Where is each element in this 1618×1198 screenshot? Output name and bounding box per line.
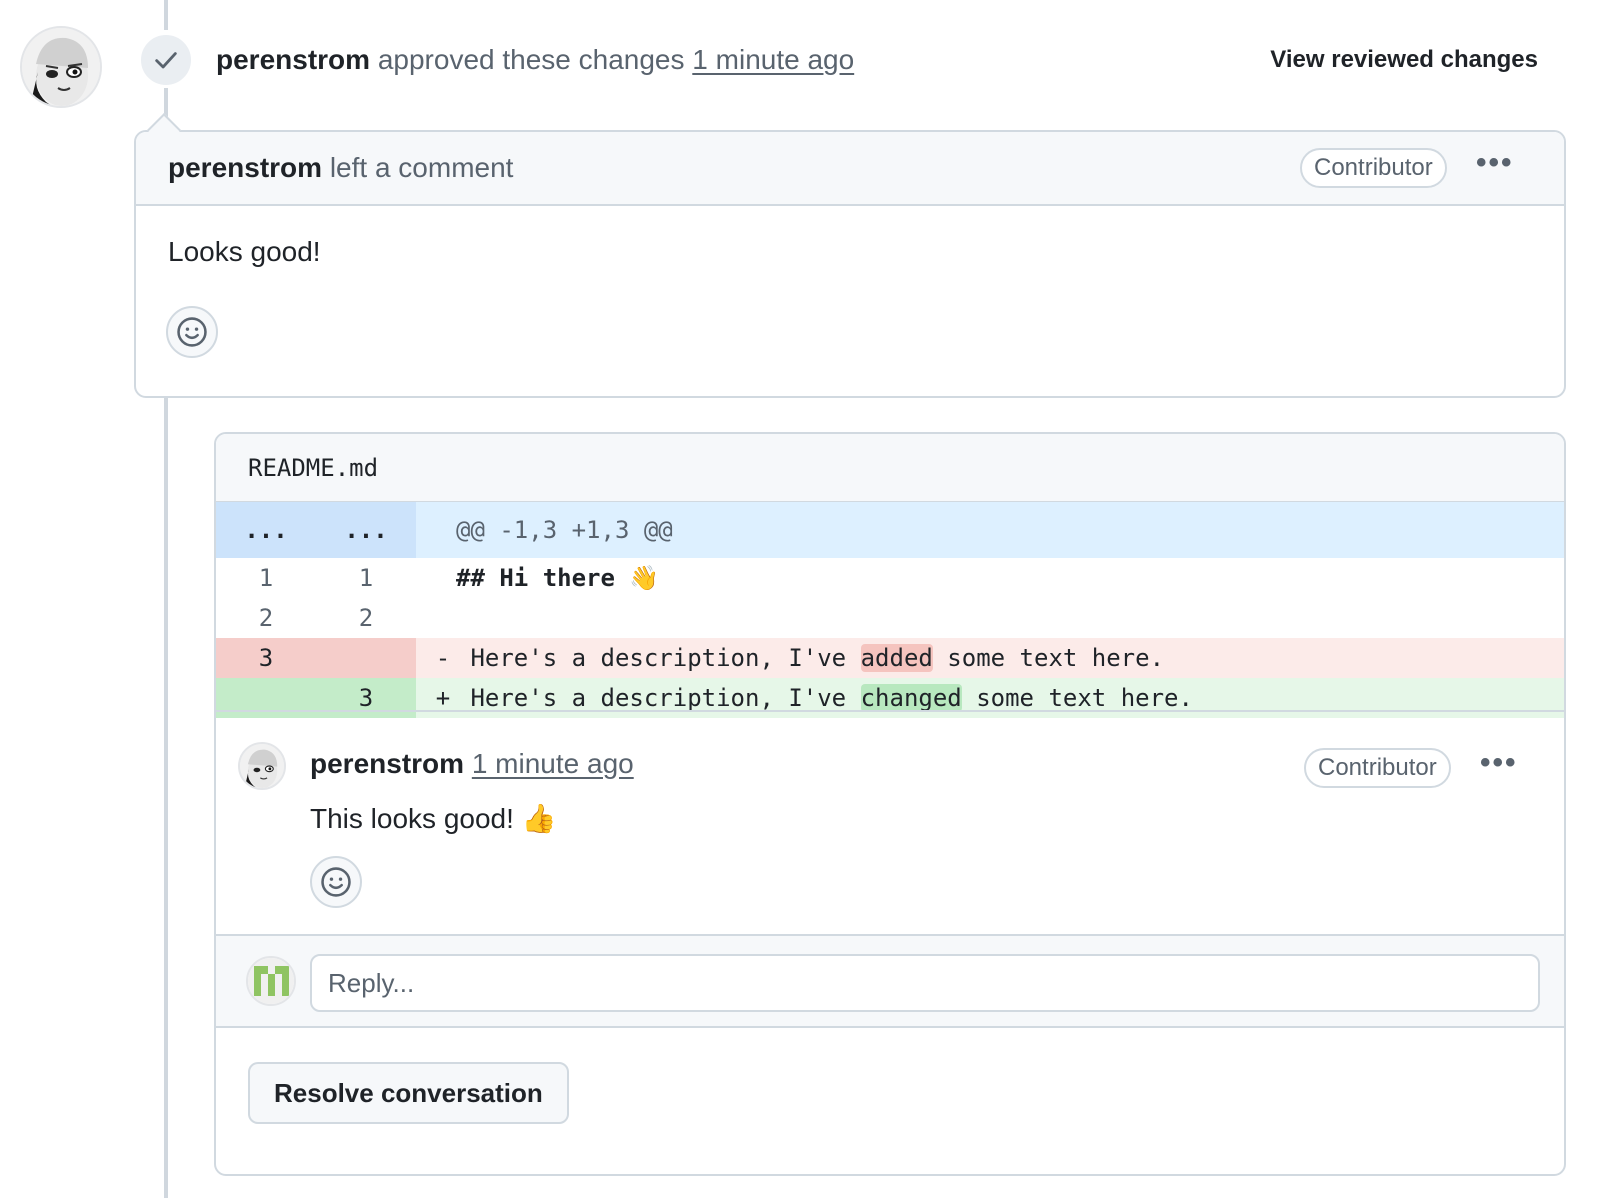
review-action-text: approved these changes (377, 44, 685, 75)
timeline-rail-top (164, 0, 168, 30)
thread-time-link[interactable]: 1 minute ago (472, 748, 634, 779)
diff-thread-divider (216, 710, 1564, 712)
new-line-number: 1 (358, 564, 374, 592)
file-name[interactable]: README.md (248, 454, 378, 482)
comment-author-link[interactable]: perenstrom (168, 152, 322, 183)
deletion-sign: - (435, 644, 451, 672)
reviewer-avatar[interactable] (20, 26, 102, 108)
current-user-avatar[interactable] (246, 956, 296, 1006)
diff-line-code (416, 598, 1564, 638)
comment-header: perenstrom left a comment Contributor ••… (136, 132, 1564, 206)
code-text-before: Here's a description, I've (470, 644, 861, 672)
diff-line-code: - Here's a description, I've added some … (416, 638, 1564, 678)
thread-comment-avatar[interactable] (238, 742, 286, 790)
smiley-icon (321, 867, 351, 897)
diff-line-addition: 3 + Here's a description, I've changed s… (216, 678, 1564, 718)
comment-action-text: left a comment (329, 152, 514, 183)
thread-comment-body: This looks good! 👍 (310, 803, 557, 834)
add-reaction-button[interactable] (310, 856, 362, 908)
add-reaction-button[interactable] (166, 306, 218, 358)
diff-line-context: 2 2 (216, 598, 1564, 638)
diff-line-code: + Here's a description, I've changed som… (416, 678, 1564, 718)
old-line-number: 3 (216, 638, 316, 678)
code-text-before: Here's a description, I've (470, 684, 861, 712)
deleted-word-highlight: added (860, 644, 933, 672)
review-author-link[interactable]: perenstrom (216, 44, 370, 75)
comment-body: Looks good! (168, 236, 321, 267)
timeline-rail-bottom (164, 398, 168, 1198)
smiley-icon (177, 317, 207, 347)
contributor-badge: Contributor (1300, 148, 1447, 188)
approved-check-badge (138, 32, 194, 88)
diff-line-deletion: 3 - Here's a description, I've added som… (216, 638, 1564, 678)
new-line-number (316, 638, 416, 678)
addition-sign: + (435, 684, 451, 712)
hunk-header-text: @@ -1,3 +1,3 @@ (416, 502, 1564, 558)
old-line-number (216, 678, 316, 718)
thread-comment-header: perenstrom 1 minute ago (310, 748, 634, 780)
expand-up-button[interactable]: ... (216, 502, 316, 558)
resolve-conversation-button[interactable]: Resolve conversation (248, 1062, 569, 1124)
thread-comment-options-menu[interactable]: ••• (1480, 746, 1518, 780)
face-avatar-icon (22, 28, 100, 106)
review-time-link[interactable]: 1 minute ago (692, 44, 854, 75)
check-icon (155, 52, 177, 69)
new-line-number: 3 (316, 678, 416, 718)
added-word-highlight: changed (860, 684, 962, 712)
view-reviewed-changes-link[interactable]: View reviewed changes (1270, 46, 1538, 74)
thread-author-link[interactable]: perenstrom (310, 748, 464, 779)
review-summary: perenstrom approved these changes 1 minu… (216, 44, 854, 76)
face-avatar-icon (240, 744, 284, 788)
hunk-header-row: ... ... @@ -1,3 +1,3 @@ (216, 502, 1564, 558)
code-text-after: some text here. (932, 644, 1165, 672)
review-comment: perenstrom left a comment Contributor ••… (134, 113, 1566, 398)
old-line-number: 1 (258, 564, 274, 592)
review-thread-file: README.md ... ... @@ -1,3 +1,3 @@ 1 1 ##… (214, 432, 1566, 1176)
code-text-after: some text here. (961, 684, 1193, 712)
comment-author-line: perenstrom left a comment (168, 152, 513, 184)
comment-options-menu[interactable]: ••• (1476, 146, 1514, 180)
old-line-number: 2 (258, 604, 274, 632)
expand-down-button[interactable]: ... (316, 502, 416, 558)
diff-line-context: 1 1 ## Hi there 👋 (216, 558, 1564, 598)
diff-line-code: ## Hi there 👋 (456, 564, 660, 592)
contributor-badge: Contributor (1304, 748, 1451, 788)
new-line-number: 2 (358, 604, 374, 632)
file-header: README.md (216, 434, 1564, 502)
identicon-avatar-icon (248, 958, 294, 1004)
reply-input[interactable] (310, 954, 1540, 1012)
